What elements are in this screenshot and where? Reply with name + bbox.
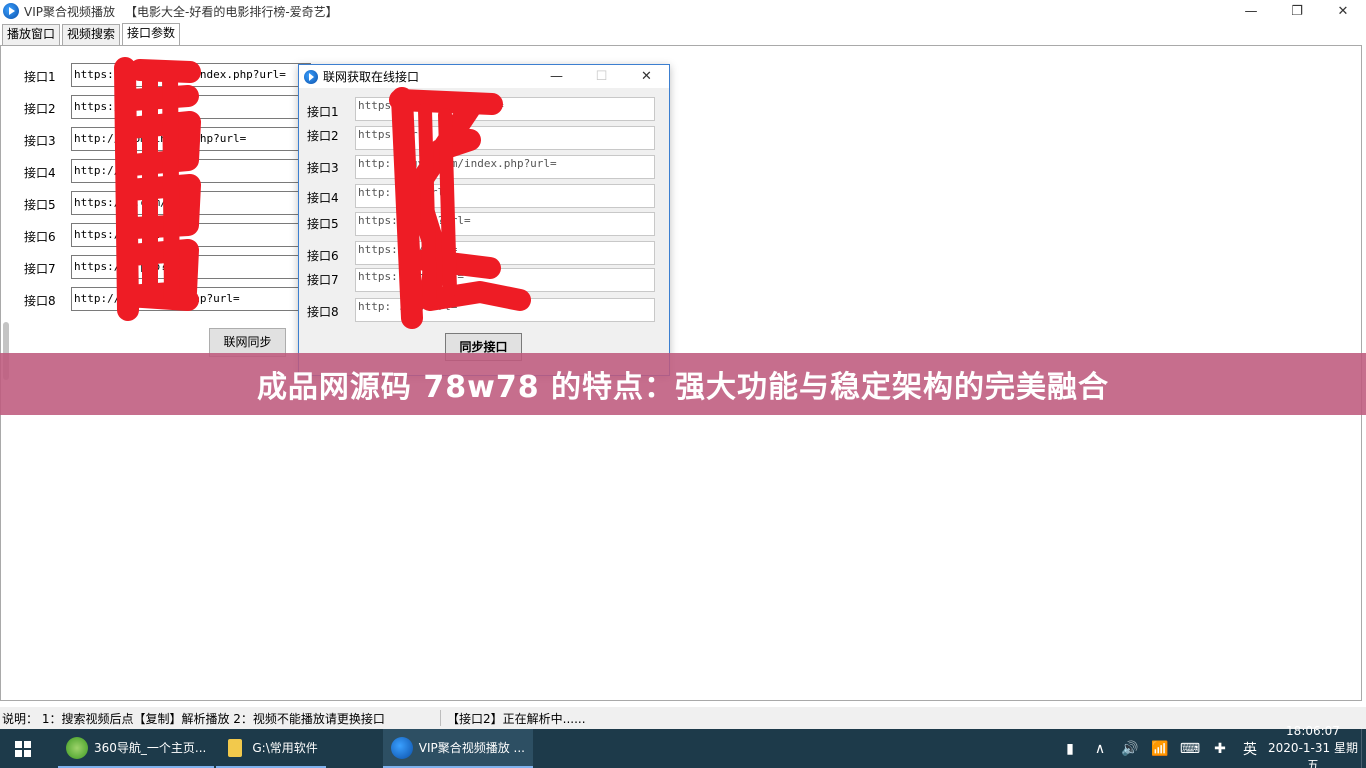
interface-label-6: 接口6: [24, 230, 56, 244]
dialog-label-5: 接口5: [307, 217, 339, 231]
interface-input-1[interactable]: https:// .com/api/index.php?url=: [71, 63, 311, 87]
interface-input-4[interactable]: http:// ?url=: [71, 159, 311, 183]
keyboard-icon[interactable]: ⌨: [1175, 741, 1205, 757]
dialog-controls: — ☐ ✕: [534, 65, 669, 88]
interface-input-6[interactable]: https:// ?url=: [71, 223, 311, 247]
chevron-up-icon[interactable]: ∧: [1085, 741, 1115, 757]
360-browser-icon: [66, 736, 88, 759]
window-subtitle: 【电影大全-好看的电影排行榜-爱奇艺】: [125, 4, 338, 19]
dialog-label-6: 接口6: [307, 249, 339, 263]
interface-input-7[interactable]: https:// .php?url=: [71, 255, 311, 279]
tab-strip: 播放窗口 视频搜索 接口参数: [2, 23, 182, 45]
taskbar-item-label: 360导航_一个主页...: [94, 741, 207, 755]
show-desktop-button[interactable]: [1361, 729, 1366, 768]
status-message: 【接口2】正在解析中......: [447, 711, 586, 726]
close-button[interactable]: ✕: [1320, 0, 1366, 22]
dialog-label-7: 接口7: [307, 273, 339, 287]
dialog-maximize-button: ☐: [595, 69, 608, 84]
dialog-label-3: 接口3: [307, 161, 339, 175]
dialog-title: 联网获取在线接口: [323, 70, 420, 84]
volume-icon[interactable]: 🔊: [1115, 741, 1145, 757]
interface-input-3[interactable]: http:// com/index.php?url=: [71, 127, 311, 151]
dialog-input-4[interactable]: http: om/?url=: [355, 184, 655, 208]
start-button[interactable]: [0, 729, 46, 768]
window-controls: — ❐ ✕: [1228, 0, 1366, 22]
dialog-input-5[interactable]: https: .com/?url=: [355, 212, 655, 236]
interface-input-2[interactable]: https:// url=: [71, 95, 311, 119]
dialog-label-1: 接口1: [307, 105, 339, 119]
window-title: VIP聚合视频播放 【电影大全-好看的电影排行榜-爱奇艺】: [24, 4, 338, 19]
overlay-banner: 成品网源码 78w78 的特点：强大功能与稳定架构的完美融合: [0, 353, 1366, 415]
dialog-label-2: 接口2: [307, 129, 339, 143]
minimize-button[interactable]: —: [1228, 0, 1274, 22]
dialog-app-icon: [304, 69, 318, 84]
tab-video-search[interactable]: 视频搜索: [62, 24, 121, 45]
folder-icon: [228, 738, 243, 757]
taskbar-item-label: G:\常用软件: [252, 741, 318, 755]
status-instructions: 说明： 1：搜索视频后点【复制】解析播放 2：视频不能播放请更换接口: [2, 711, 385, 726]
battery-icon[interactable]: ▮: [1055, 741, 1085, 757]
app-play-icon: [3, 3, 19, 19]
taskbar: 360导航_一个主页... G:\常用软件 VIP聚合视频播放 ... ▮ ∧ …: [0, 724, 1366, 768]
window-title-bar: VIP聚合视频播放 【电影大全-好看的电影排行榜-爱奇艺】 — ❐ ✕: [0, 0, 1366, 22]
dialog-label-4: 接口4: [307, 191, 339, 205]
status-bar: 说明： 1：搜索视频后点【复制】解析播放 2：视频不能播放请更换接口 【接口2】…: [0, 707, 1366, 729]
system-tray: ▮ ∧ 🔊 📶 ⌨ ✚ 英 18:06:07 2020-1-31 星期五: [1055, 724, 1366, 768]
vip-player-icon: [390, 736, 413, 759]
online-interface-dialog: 联网获取在线接口 — ☐ ✕ 接口1 https: /index.php?url…: [298, 64, 670, 376]
banner-text: 成品网源码 78w78 的特点：强大功能与稳定架构的完美融合: [256, 370, 1110, 405]
dialog-label-8: 接口8: [307, 305, 339, 319]
security-icon[interactable]: ✚: [1205, 741, 1235, 757]
windows-logo-icon: [15, 740, 31, 757]
status-divider: [440, 710, 441, 726]
interface-label-2: 接口2: [24, 102, 56, 116]
taskbar-item-folder[interactable]: G:\常用软件: [216, 729, 326, 768]
network-icon[interactable]: 📶: [1145, 741, 1175, 757]
interface-label-5: 接口5: [24, 198, 56, 212]
interface-label-7: 接口7: [24, 262, 56, 276]
interface-input-8[interactable]: http:// om/video.php?url=: [71, 287, 311, 311]
restore-button[interactable]: ❐: [1274, 0, 1320, 22]
dialog-input-6[interactable]: https: om/?url=: [355, 241, 655, 265]
clock-date: 2020-1-31 星期五: [1268, 741, 1358, 768]
dialog-close-button[interactable]: ✕: [624, 65, 669, 88]
interface-label-8: 接口8: [24, 294, 56, 308]
dialog-input-2[interactable]: https: url=: [355, 126, 655, 150]
dialog-input-3[interactable]: http: ingys.com/index.php?url=: [355, 155, 655, 179]
tab-interface-params[interactable]: 接口参数: [122, 23, 181, 45]
interface-input-5[interactable]: https:// .com/?url=: [71, 191, 311, 215]
taskbar-item-label: VIP聚合视频播放 ...: [418, 741, 525, 755]
dialog-input-1[interactable]: https: /index.php?url=: [355, 97, 655, 121]
taskbar-item-360-nav[interactable]: 360导航_一个主页...: [58, 729, 215, 768]
dialog-input-7[interactable]: https: .php?url=: [355, 268, 655, 292]
interface-label-1: 接口1: [24, 70, 56, 84]
clock-time: 18:06:07: [1286, 724, 1340, 738]
tab-play-window[interactable]: 播放窗口: [2, 24, 61, 45]
dialog-minimize-button[interactable]: —: [534, 65, 579, 88]
interface-label-3: 接口3: [24, 134, 56, 148]
dialog-input-8[interactable]: http: .php?url=: [355, 298, 655, 322]
dialog-title-bar: 联网获取在线接口 — ☐ ✕: [299, 65, 669, 88]
ime-indicator[interactable]: 英: [1235, 739, 1265, 759]
interface-label-4: 接口4: [24, 166, 56, 180]
taskbar-clock[interactable]: 18:06:07 2020-1-31 星期五: [1265, 723, 1361, 768]
taskbar-item-vip-player[interactable]: VIP聚合视频播放 ...: [382, 729, 533, 768]
